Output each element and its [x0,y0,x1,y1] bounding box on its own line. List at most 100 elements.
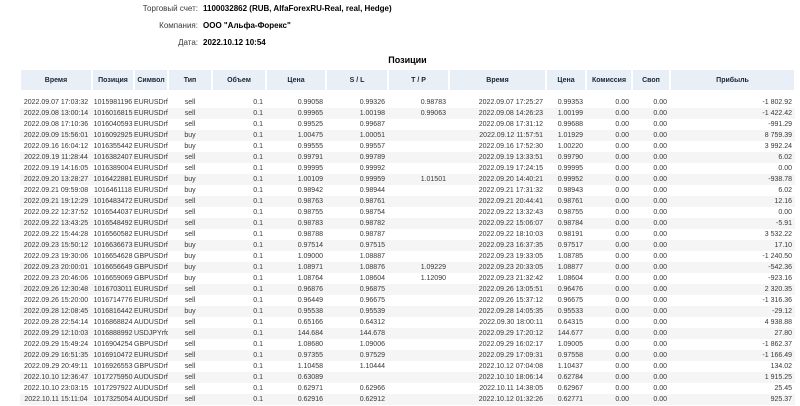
table-cell: 0.99557 [359,143,385,150]
table-cell: 0.98783 [420,99,446,106]
report-header: Торговый счет: 1100032862 (RUB, AlfaFore… [0,0,800,47]
table-cell: 0.62966 [359,385,385,392]
table-cell: 0.62912 [359,396,385,403]
table-cell: 0.98754 [359,209,385,216]
table-cell: 0.1 [253,330,263,337]
table-row: 2022.09.08 13:00:14 1016016815 EURUSDrfd se… [20,108,795,119]
table-cell: 0.1 [253,308,263,315]
table-cell: 0.99789 [359,154,385,161]
table-cell: 0.96875 [359,286,385,293]
table-cell: 0.62967 [557,385,583,392]
table-cell: 1016483472 [93,198,133,205]
table-cell: 2022.09.22 12:37:52 [23,209,89,216]
table-cell: 0.95539 [359,308,385,315]
table-cell: 0.00 [653,99,667,106]
table-row: 2022.09.29 20:49:11 1016926553 GBPUSDrfd se… [20,361,795,372]
table-cell: 2022.09.22 13:43:25 [23,220,89,227]
table-cell: 0.1 [253,110,263,117]
table-row: 2022.09.29 15:49:24 1016904254 GBPUSDrfd se… [20,339,795,350]
table-cell: 2022.09.16 16:04:12 [23,143,89,150]
table-cell: 1017325054 [93,396,133,403]
table-cell: 2022.10.11 15:11:04 [24,396,88,403]
table-row: 2022.09.23 15:50:12 1016636673 EURUSDrfd bu… [20,240,795,251]
table-cell: 0.1 [253,264,263,271]
table-cell: 0.98943 [557,187,583,194]
table-cell: AUDUSDrfd [134,385,168,392]
table-cell: 2022.09.23 16:37:35 [478,242,543,249]
table-cell: 144.678 [359,330,385,337]
table-cell: 1016904254 [93,341,133,348]
table-cell: AUDUSDrfd [134,396,168,403]
table-cell: 4 938.88 [764,319,792,326]
table-cell: sell [184,396,196,403]
table-cell: 0.00 [615,297,629,304]
table-cell: 0.95538 [297,308,323,315]
table-cell: EURUSDrfd [134,198,168,205]
table-cell: 1017275950 [93,374,133,381]
table-cell: 0.98782 [359,220,385,227]
table-cell: 1016544037 [93,209,133,216]
table-cell: 0.00 [653,297,667,304]
table-cell: 1 915.25 [764,374,792,381]
table-cell: EURUSDrfd [134,308,168,315]
table-cell: 1016382407 [93,154,133,161]
table-cell: 0.1 [253,121,263,128]
table-cell: 0.00 [653,308,667,315]
table-cell: 1016654628 [93,253,133,260]
table-row: 2022.09.26 12:30:48 1016703011 EURUSDrfd se… [20,284,795,295]
table-cell: -29.12 [772,308,792,315]
table-cell: 0.98763 [297,198,323,205]
table-cell: 0.00 [653,187,667,194]
table-cell: 0.00 [653,286,667,293]
table-cell: 0.62784 [557,374,583,381]
table-cell: -1 802.92 [762,99,792,106]
table-cell: sell [184,385,196,392]
table-cell: 1016461118 [94,187,132,194]
table-cell: 2022.09.23 20:46:06 [23,275,89,282]
table-cell: 2022.09.26 13:05:51 [478,286,543,293]
table-cell: 0.00 [615,176,629,183]
table-cell: 1.08877 [557,264,583,271]
table-row: 2022.09.28 12:08:45 1016816442 EURUSDrfd bu… [20,306,795,317]
table-cell: 0.1 [253,209,263,216]
table-row: 2022.09.23 20:00:01 1016656649 GBPUSDrfd bu… [20,262,795,273]
table-cell: 144.677 [557,330,583,337]
table-cell: 2022.09.29 16:51:35 [23,352,89,359]
table-cell: 1016910472 [93,352,133,359]
table-cell [388,196,449,207]
table-cell: 2022.09.23 21:32:42 [478,275,543,282]
positions-table: Время Позиция Символ Тип Объем Цена S / LT / P… [20,70,795,405]
table-cell: 0.00 [615,374,629,381]
table-cell: EURUSDrfd [134,209,168,216]
table-cell: 0.00 [615,154,629,161]
table-cell: 0.00 [615,242,629,249]
table-cell: 0.00 [615,143,629,150]
table-cell: 2022.09.26 15:20:00 [23,297,89,304]
table-cell: 1016656649 [93,264,133,271]
table-cell: AUDUSDrfd [134,319,168,326]
table-cell: EURUSDrfd [134,121,168,128]
table-cell: 2022.09.19 14:16:05 [23,165,89,172]
table-cell: 2022.09.23 20:00:01 [23,264,89,271]
table-cell: 1.08785 [557,253,583,260]
table-cell: 2022.10.10 23:03:15 [23,385,89,392]
table-cell: 0.98788 [297,231,323,238]
table-cell: 2022.09.23 20:33:05 [478,264,543,271]
company-value: ООО "Альфа-Форекс" [203,21,291,30]
header-cell: Время [450,70,545,90]
table-cell: 2022.09.29 17:20:12 [478,330,543,337]
table-cell: 1016016815 [93,110,133,117]
table-cell: 2022.09.26 12:30:48 [23,286,89,293]
table-cell: 1.00051 [359,132,385,139]
table-cell: -923.16 [768,275,792,282]
table-cell: 0.99058 [297,99,323,106]
table-cell [388,141,449,152]
table-cell: 0.99790 [557,154,583,161]
table-cell: 1.00109 [297,176,323,183]
positions-table-body: 2022.09.07 17:03:32 1015981196 EURUSDrfd se… [20,97,795,405]
table-cell: 0.99688 [557,121,583,128]
table-cell: 0.1 [253,187,263,194]
table-cell: 0.00 [653,319,667,326]
table-cell: 0.00 [653,330,667,337]
table-cell [388,185,449,196]
